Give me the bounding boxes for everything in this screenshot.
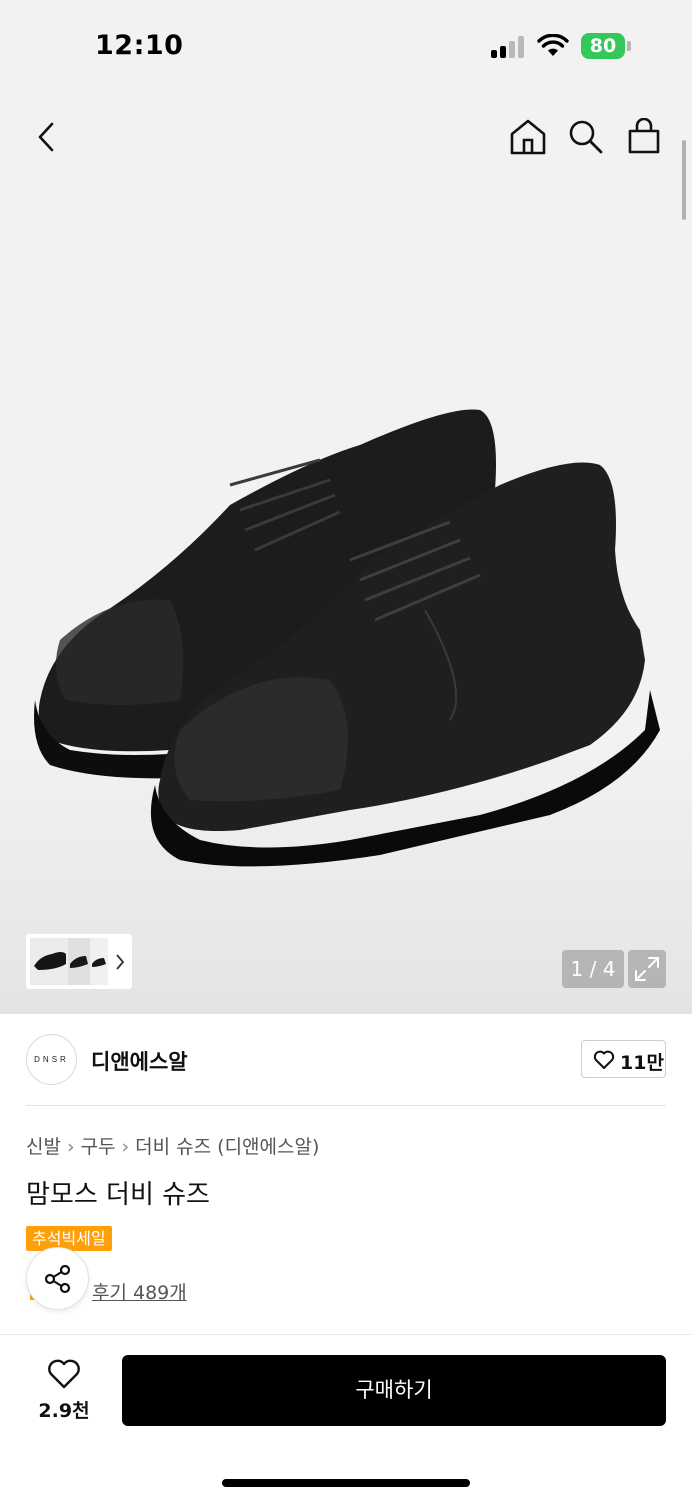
brand-row[interactable]: DNSR 디앤에스알 11만 (26, 1034, 666, 1086)
expand-icon (635, 957, 659, 981)
brand-like-count: 11만 (620, 1052, 664, 1074)
breadcrumb-item-category[interactable]: 신발 (26, 1136, 61, 1158)
status-bar: 12:10 80 (0, 0, 692, 92)
divider (26, 1105, 666, 1106)
brand-like-button[interactable]: 11만 (581, 1040, 666, 1078)
brand-name[interactable]: 디앤에스알 (91, 1046, 188, 1076)
home-indicator[interactable] (222, 1479, 470, 1487)
buy-button[interactable]: 구매하기 (122, 1355, 666, 1426)
breadcrumb-item-subcategory[interactable]: 구두 (81, 1136, 116, 1158)
breadcrumb-item-brand-category[interactable]: 더비 슈즈 (디앤에스알) (135, 1136, 319, 1158)
brand-logo[interactable]: DNSR (26, 1034, 77, 1085)
sale-badge: 추석빅세일 (26, 1226, 112, 1251)
chevron-left-icon[interactable] (34, 121, 58, 153)
product-title: 맘모스 더비 슈즈 (26, 1180, 210, 1210)
image-page-counter: 1 / 4 (562, 950, 624, 988)
review-link[interactable]: 후기 489개 (92, 1278, 187, 1305)
wishlist-count: 2.9천 (38, 1400, 90, 1422)
status-time: 12:10 (95, 30, 184, 61)
breadcrumb: 신발 › 구두 › 더비 슈즈 (디앤에스알) (26, 1132, 319, 1159)
chevron-right-icon: › (121, 1136, 130, 1158)
cellular-signal-icon (491, 36, 527, 58)
share-icon (44, 1264, 71, 1294)
expand-image-button[interactable] (628, 950, 666, 988)
wishlist-heart-icon[interactable] (46, 1358, 82, 1390)
chevron-right-icon: › (66, 1136, 75, 1158)
chevron-right-icon (116, 954, 125, 970)
thumbnail-images[interactable] (26, 934, 132, 989)
battery-indicator: 80 (581, 33, 625, 59)
scroll-indicator[interactable] (682, 140, 686, 220)
battery-tip (627, 41, 631, 51)
home-icon[interactable] (508, 118, 548, 156)
heart-icon (593, 1050, 615, 1069)
thumbnail-strip[interactable] (26, 934, 132, 989)
wifi-icon (537, 34, 569, 56)
search-icon[interactable] (567, 118, 605, 156)
product-photo-derby-shoes (34, 409, 660, 867)
share-button[interactable] (26, 1247, 89, 1310)
shopping-bag-icon[interactable] (626, 118, 662, 156)
